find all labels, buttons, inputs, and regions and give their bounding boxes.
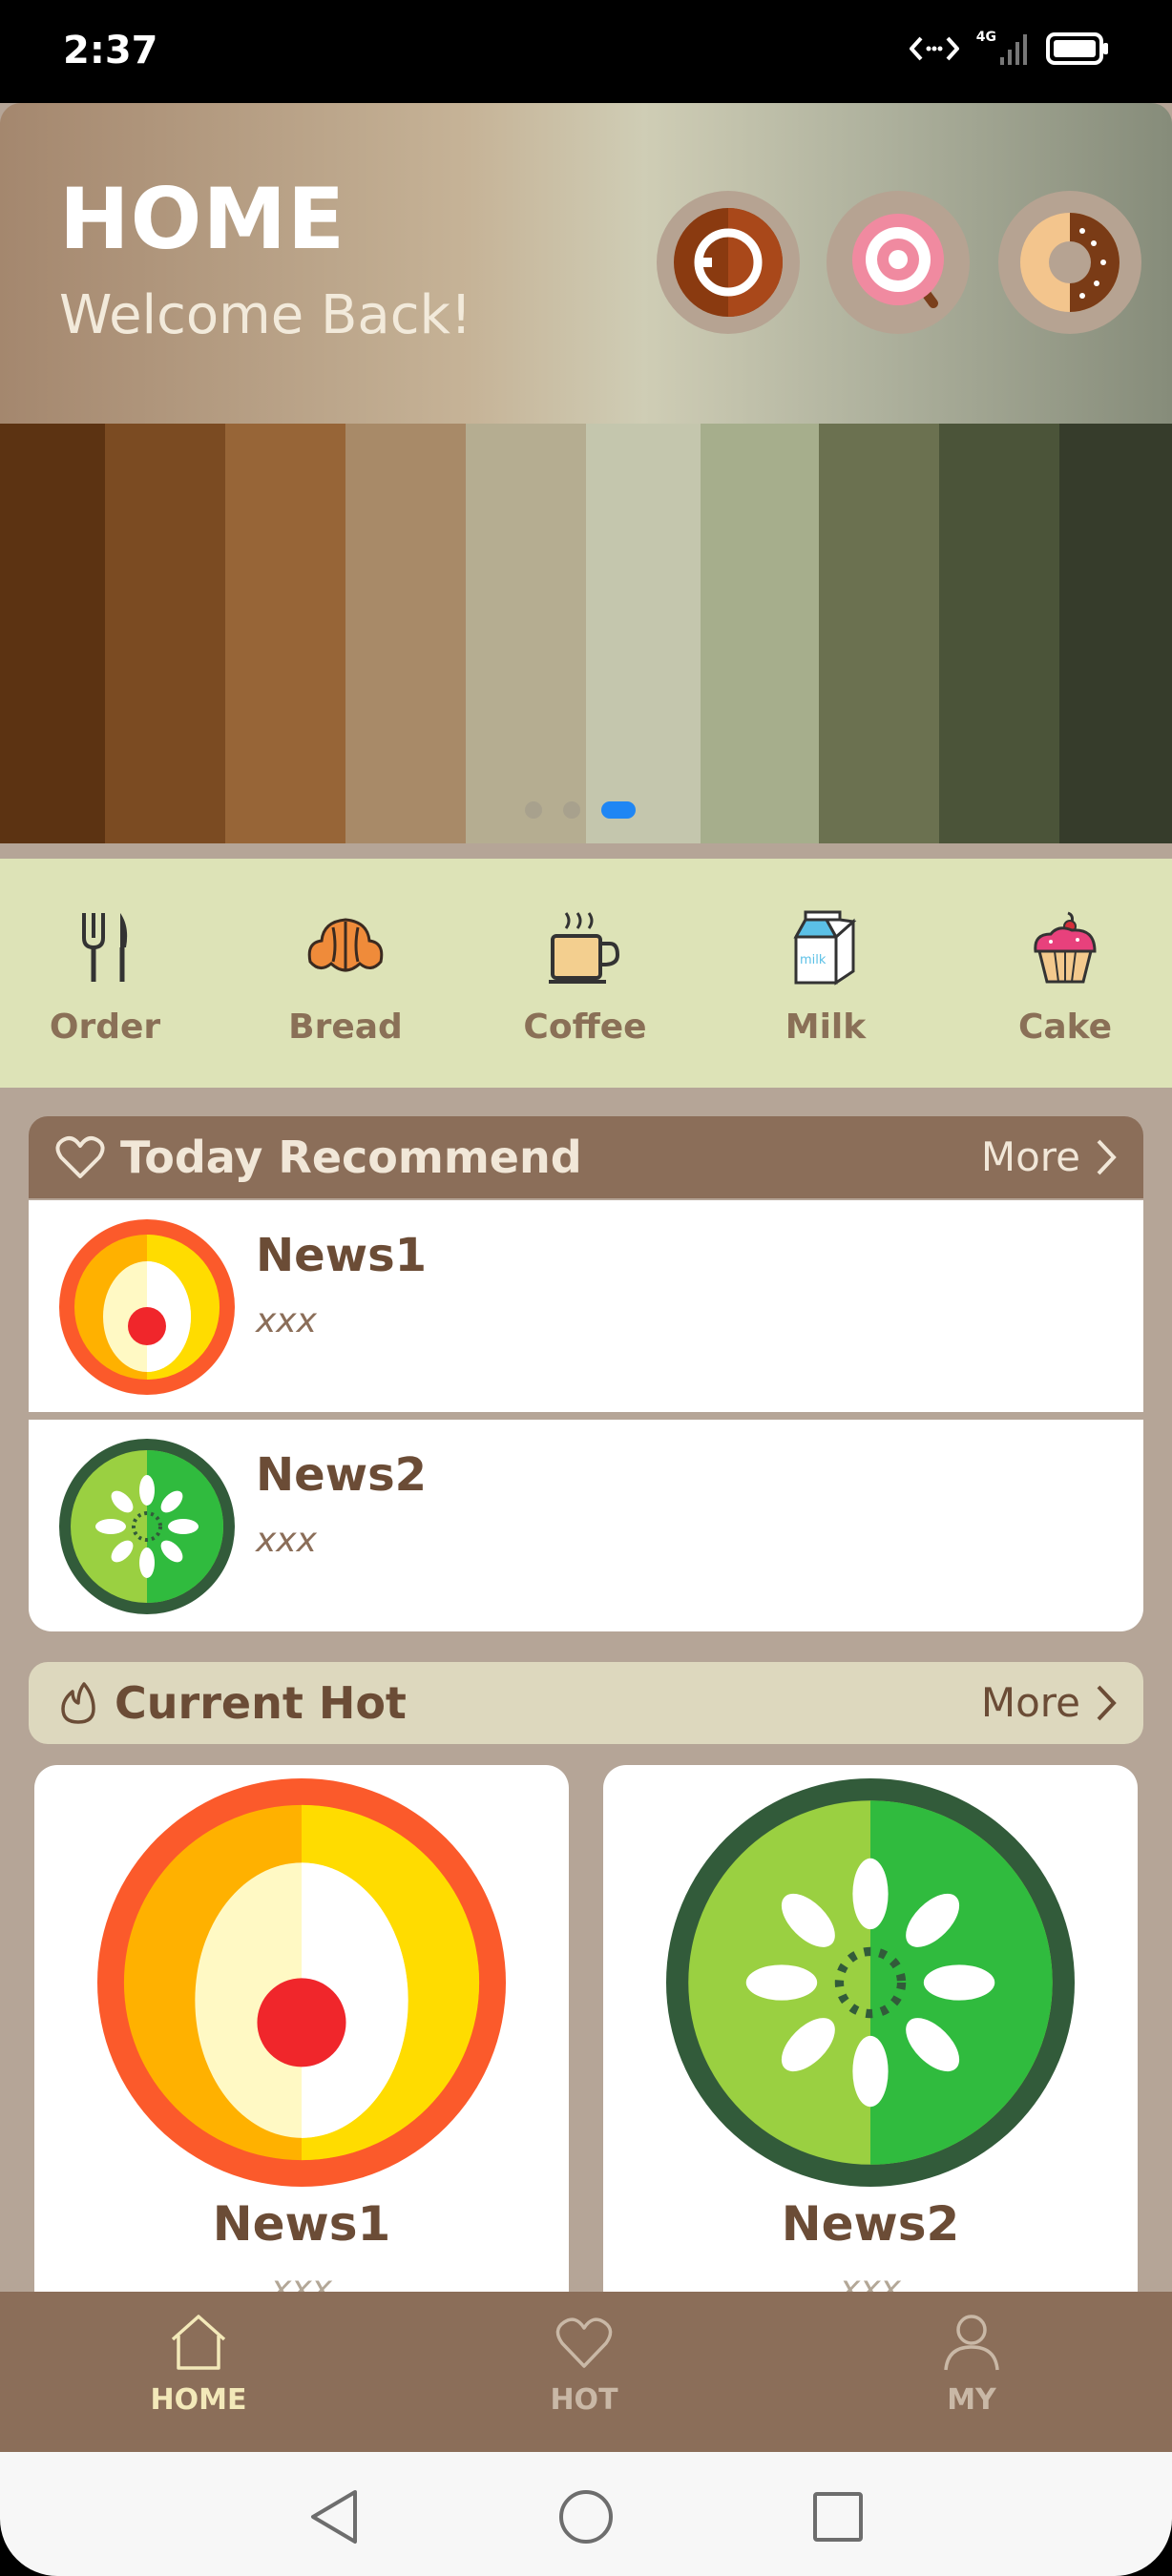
person-icon [944, 2315, 999, 2371]
nav-my[interactable]: MY [876, 2311, 1067, 2417]
network-type: 4G [975, 30, 996, 45]
bottom-nav: HOME HOT MY [0, 2292, 1172, 2452]
section-title: Current Hot [115, 1677, 407, 1729]
house-icon [171, 2315, 226, 2370]
heart-icon [555, 2317, 613, 2368]
category-cake[interactable]: Cake [979, 904, 1151, 1047]
milk-carton-icon: milk [793, 910, 857, 986]
category-label: Coffee [523, 1008, 647, 1047]
more-link[interactable]: More [981, 1133, 1117, 1180]
status-icons: 4G [909, 30, 1109, 65]
coffee-top-icon[interactable] [657, 191, 800, 334]
more-label: More [980, 1679, 1080, 1726]
palette-stripe [345, 424, 466, 843]
category-label: Milk [785, 1008, 867, 1047]
item-desc: xxx [256, 1301, 317, 1340]
status-bar: 2:37 4G [0, 0, 1172, 103]
palette-stripe [0, 424, 105, 843]
section-title: Today Recommend [120, 1132, 582, 1183]
status-time: 2:37 [63, 29, 158, 73]
divider [0, 843, 1172, 859]
fork-knife-icon [82, 913, 128, 982]
more-label: More [980, 1133, 1080, 1180]
chevron-right-icon [1097, 1685, 1117, 1720]
carousel-dot[interactable] [525, 801, 542, 819]
coffee-cup-icon [549, 912, 620, 984]
category-label: Cake [1017, 1008, 1113, 1047]
back-icon[interactable] [307, 2488, 361, 2545]
carousel-dot[interactable] [563, 801, 580, 819]
palette-stripe [586, 424, 701, 843]
palette-stripe [819, 424, 939, 843]
egg-icon [59, 1219, 235, 1395]
flame-icon [61, 1682, 95, 1724]
battery-icon [1046, 32, 1108, 65]
list-item[interactable]: News1 xxx [29, 1200, 1143, 1412]
palette-stripe [105, 424, 225, 843]
croissant-icon [307, 918, 384, 972]
page-subtitle: Welcome Back! [59, 284, 472, 346]
category-bar: Order Bread Coffee milk Milk Cake [0, 859, 1172, 1088]
palette-stripe [939, 424, 1059, 843]
hot-card[interactable]: News1 xxx [34, 1765, 569, 2299]
kiwi-icon [666, 1778, 1075, 2187]
egg-icon [97, 1778, 506, 2187]
home-circle-icon[interactable] [557, 2488, 615, 2545]
palette-stripe [225, 424, 345, 843]
category-milk[interactable]: milk Milk [740, 904, 911, 1047]
card-title: News1 [212, 2196, 391, 2252]
lollipop-icon[interactable] [827, 191, 970, 334]
category-label: Order [49, 1008, 161, 1047]
chevron-right-icon [1097, 1139, 1117, 1174]
data-transfer-icon [909, 36, 959, 61]
cupcake-icon [1034, 911, 1097, 984]
item-title: News1 [256, 1229, 428, 1282]
page-title: HOME [59, 170, 346, 268]
item-desc: xxx [256, 1521, 317, 1560]
kiwi-icon [59, 1439, 235, 1614]
system-nav-bar [0, 2452, 1172, 2576]
nav-home[interactable]: HOME [103, 2311, 294, 2417]
palette-stripe [466, 424, 586, 843]
hot-card[interactable]: News2 xxx [603, 1765, 1138, 2299]
signal-icon [1000, 34, 1027, 65]
list-item[interactable]: News2 xxx [29, 1420, 1143, 1631]
nav-label: HOME [150, 2383, 247, 2417]
carousel-banner[interactable] [0, 424, 1172, 843]
carousel-indicator [525, 801, 636, 819]
carousel-dot-active[interactable] [601, 801, 636, 819]
palette-stripe [1059, 424, 1172, 843]
donut-icon[interactable] [998, 191, 1141, 334]
recommend-list: News1 xxx News2 xxx [29, 1200, 1143, 1631]
category-bread[interactable]: Bread [260, 904, 431, 1047]
more-link[interactable]: More [981, 1679, 1117, 1726]
nav-hot[interactable]: HOT [489, 2311, 680, 2417]
category-order[interactable]: Order [19, 904, 191, 1047]
today-recommend-header: Today Recommend More [29, 1116, 1143, 1198]
heart-icon [55, 1136, 105, 1178]
category-coffee[interactable]: Coffee [499, 904, 671, 1047]
nav-label: HOT [550, 2383, 618, 2417]
current-hot-header: Current Hot More [29, 1662, 1143, 1744]
palette-stripe [701, 424, 819, 843]
card-title: News2 [781, 2196, 960, 2252]
home-header: HOME Welcome Back! [0, 103, 1172, 424]
recent-apps-icon[interactable] [811, 2488, 865, 2545]
milk-carton-label: milk [800, 953, 827, 967]
nav-label: MY [947, 2383, 996, 2417]
item-title: News2 [256, 1448, 428, 1502]
category-label: Bread [288, 1008, 403, 1047]
